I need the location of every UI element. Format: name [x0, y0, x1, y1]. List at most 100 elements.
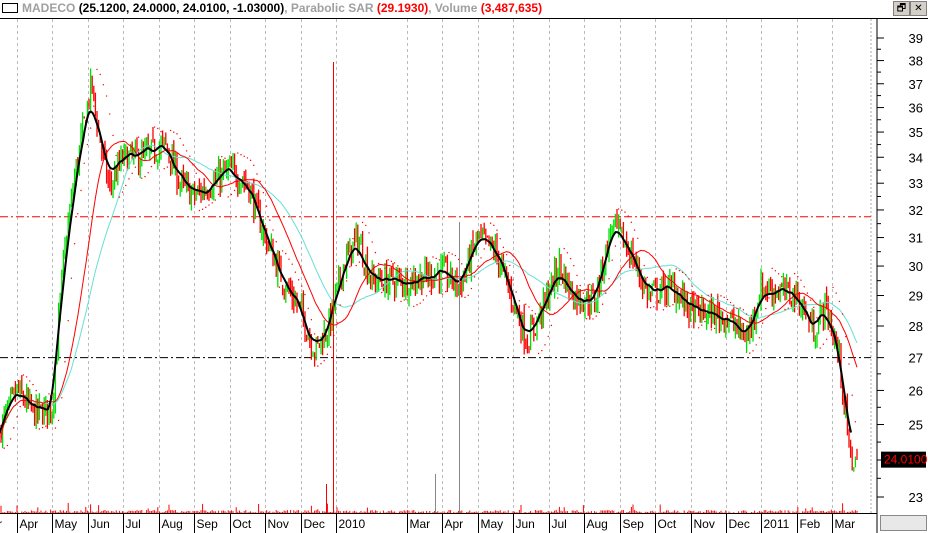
- sar-dot: [713, 327, 716, 330]
- sar-dot: [262, 191, 265, 194]
- sar-dot: [608, 278, 610, 280]
- sar-dot: [771, 267, 773, 270]
- sar-dot: [233, 189, 236, 192]
- sar-dot: [70, 277, 73, 279]
- y-tick-label: 27: [909, 351, 923, 366]
- sar-dot: [163, 167, 165, 170]
- sar-dot: [627, 215, 629, 217]
- y-tick-label: 30: [909, 259, 923, 274]
- sar-dot: [611, 259, 613, 261]
- sar-dot: [51, 394, 53, 396]
- sar-dot: [16, 416, 18, 418]
- sar-dot: [845, 335, 847, 338]
- sar-dot: [649, 307, 652, 309]
- sar-dot: [793, 272, 796, 275]
- sar-dot: [329, 346, 332, 348]
- sar-dot: [269, 219, 271, 221]
- sar-dot: [633, 229, 636, 231]
- sar-dot: [67, 319, 69, 322]
- sar-dot: [592, 318, 594, 320]
- sar-dot: [550, 324, 553, 327]
- sar-dot: [745, 313, 748, 315]
- sar-dot: [307, 307, 309, 310]
- sar-dot: [134, 166, 137, 168]
- sar-dot: [89, 127, 92, 129]
- sar-dot: [621, 209, 623, 211]
- sar-dot: [729, 301, 732, 304]
- sar-dot: [630, 221, 633, 224]
- sar-dot: [502, 246, 505, 249]
- sar-dot: [803, 286, 805, 288]
- sar-dot: [614, 245, 617, 247]
- sar-dot: [275, 241, 277, 243]
- x-tick-label: Oct: [233, 517, 252, 531]
- sar-dot: [221, 155, 223, 158]
- sar-dot: [585, 318, 588, 320]
- sar-dot: [406, 299, 409, 301]
- y-tick-label: 26: [909, 383, 923, 398]
- sar-dot: [393, 262, 396, 264]
- y-tick-label: 35: [909, 125, 923, 140]
- sar-dot: [825, 338, 828, 341]
- x-tick-label: Jul: [126, 517, 141, 531]
- sar-dot: [573, 264, 575, 267]
- sar-dot: [48, 393, 50, 395]
- x-tick-label: 2010: [339, 517, 366, 531]
- sar-dot: [285, 252, 287, 255]
- sar-dot: [25, 376, 28, 378]
- sar-dot: [29, 380, 31, 382]
- sar-dot: [640, 249, 642, 252]
- sar-dot: [832, 286, 834, 289]
- sar-dot: [800, 279, 802, 281]
- sar-dot: [758, 337, 761, 339]
- sar-dot: [697, 327, 700, 329]
- sar-dot: [93, 105, 95, 107]
- sar-dot: [662, 309, 665, 311]
- sar-dot: [624, 211, 626, 213]
- sar-dot: [240, 154, 242, 156]
- sar-dot: [352, 237, 354, 240]
- sar-dot: [477, 265, 479, 267]
- x-tick-label: Mar: [410, 517, 431, 531]
- sar-dot: [659, 278, 661, 281]
- sar-dot: [419, 302, 421, 304]
- sar-dot: [227, 196, 229, 198]
- sar-dot: [294, 271, 297, 273]
- sar-dot: [230, 193, 233, 196]
- sar-dot: [387, 259, 389, 261]
- sar-dot: [685, 274, 687, 276]
- sar-dot: [576, 274, 578, 277]
- sar-dot: [707, 294, 709, 297]
- sar-dot: [656, 277, 658, 279]
- sar-dot: [160, 130, 162, 133]
- sar-dot: [768, 297, 770, 299]
- sar-dot: [281, 250, 284, 252]
- sar-dot: [400, 300, 402, 303]
- sar-dot: [57, 419, 60, 422]
- sar-dot: [518, 300, 521, 302]
- sar-dot: [470, 287, 473, 290]
- sar-dot: [848, 363, 850, 365]
- volume-bars: [0, 503, 858, 513]
- medium-ma-line: [0, 140, 858, 441]
- sar-dot: [643, 264, 645, 267]
- sar-dot: [310, 319, 313, 321]
- sar-dot: [80, 189, 82, 192]
- sar-dot: [432, 256, 434, 258]
- sar-dot: [653, 306, 655, 308]
- sar-dot: [854, 421, 857, 423]
- sar-dot: [211, 202, 213, 204]
- sar-dot: [688, 278, 690, 280]
- x-tick-label: May: [55, 517, 78, 531]
- sar-dot: [749, 352, 751, 354]
- horizontal-scrollbar[interactable]: [880, 515, 927, 531]
- sar-dot: [35, 389, 37, 392]
- sar-dot: [339, 304, 341, 306]
- sar-dot: [144, 175, 146, 178]
- y-tick-label: 25: [909, 418, 923, 433]
- sar-dot: [237, 152, 239, 154]
- sar-dot: [368, 232, 370, 234]
- sar-dot: [3, 447, 5, 449]
- sar-dot: [435, 257, 437, 260]
- sar-dot: [441, 293, 444, 295]
